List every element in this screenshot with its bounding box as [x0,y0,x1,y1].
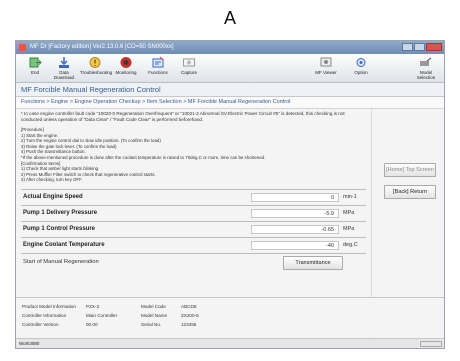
toolbar-capture-button[interactable]: Capture [174,55,204,75]
window-controls [402,43,442,51]
option-icon [356,58,366,67]
back-return-button[interactable]: [Back] Return [384,185,436,199]
window-title: MF Dr [Factory edition] Ver2.13.0.6 [CO=… [30,44,174,50]
info-label: Model Name [141,313,168,318]
reading-value: 0 [251,193,339,202]
figure-label: A [223,8,236,28]
close-button[interactable] [426,43,442,51]
info-value: 00.00 [86,322,98,327]
toolbar-functions-button[interactable]: Functions [143,55,173,75]
reading-value: -40 [251,241,339,250]
reading-label: Pump 1 Delivery Pressure [23,210,98,216]
capture-icon [183,58,195,67]
reading-row-engine-speed: Actual Engine Speed 0 min-1 [21,192,366,204]
reading-row-coolant-temp: Engine Coolant Temperature -40 deg.C [21,240,366,252]
reading-row-pump1-delivery: Pump 1 Delivery Pressure -5.9 MPa [21,208,366,220]
info-label: Controller Information [22,313,67,318]
toolbar-troubleshooting-button[interactable]: Troubleshooting [80,55,112,75]
status-indicator [420,341,442,347]
reading-label: Pump 1 Control Pressure [23,226,96,232]
info-value: ZX200-6 [181,313,199,318]
procedure-line: 3) After checking, turn key OFF. [21,177,83,183]
download-icon [59,57,69,68]
toolbar: End Data Download Troubleshooting Monito… [16,54,444,83]
procedure-text: [Procedure] 1) Start the engine. 2) Turn… [21,127,366,183]
monitor-icon [120,57,132,68]
toolbar-option-button[interactable]: Option [346,55,376,75]
status-text: Work3080 [19,341,40,346]
model-info-panel: Product Model Information PZX-3 Controll… [16,297,444,336]
info-value: Main Controller [86,313,118,318]
divider [21,205,366,206]
info-value: PZX-3 [86,304,100,309]
transmittance-button[interactable]: Transmittance [283,256,343,270]
divider [21,237,366,238]
info-label: Product Model Information [22,304,76,309]
toolbar-mf-viewer-button[interactable]: MF Viewer [311,55,341,75]
app-window: MF Dr [Factory edition] Ver2.13.0.6 [CO=… [15,40,445,349]
viewer-icon [320,57,332,67]
page-title: MF Forcible Manual Regeneration Control [16,83,444,97]
reading-unit: MPa [343,226,355,232]
info-label: Serial No. [141,322,162,327]
divider [21,253,366,254]
start-regeneration-label: Start of Manual Regeneration [23,259,99,265]
divider [21,189,366,190]
maximize-button[interactable] [414,43,425,51]
toolbar-model-selection-button[interactable]: Model Selection [411,55,441,80]
minimize-button[interactable] [402,43,413,51]
reading-unit: deg.C [343,242,358,248]
info-value: ABCDE [181,304,197,309]
reading-label: Actual Engine Speed [23,194,83,200]
functions-icon [152,56,164,68]
toolbar-data-download-button[interactable]: Data Download [49,55,79,80]
notice-text: * In case engine controller fault code "… [21,111,345,122]
model-icon [420,57,432,66]
troubleshoot-icon [89,57,101,68]
reading-unit: MPa [343,210,355,216]
toolbar-end-button[interactable]: End [20,55,50,75]
app-icon [19,44,26,51]
exit-icon [29,57,42,68]
info-label: Model Code [141,304,166,309]
reading-label: Engine Coolant Temperature [23,242,105,248]
reading-value: -0.65 [251,225,339,234]
reading-row-pump1-control: Pump 1 Control Pressure -0.65 MPa [21,224,366,236]
reading-unit: min-1 [343,194,357,200]
info-value: 123456 [181,322,197,327]
title-bar: MF Dr [Factory edition] Ver2.13.0.6 [CO=… [16,41,444,54]
reading-value: -5.9 [251,209,339,218]
toolbar-monitoring-button[interactable]: Monitoring [111,55,141,75]
status-bar: Work3080 [16,338,444,348]
top-screen-button[interactable]: [Home] Top Screen [384,163,436,177]
info-label: Controller Version [22,322,59,327]
divider [21,221,366,222]
